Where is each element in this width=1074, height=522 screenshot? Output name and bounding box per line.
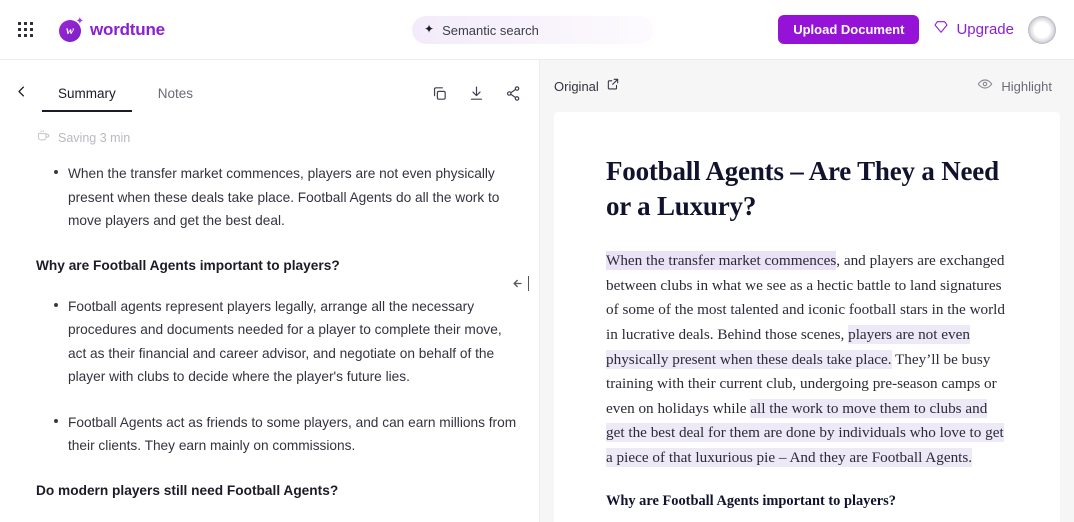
original-panel-header: Original Highlight: [540, 60, 1074, 112]
wordtune-mark-icon: w ✦: [59, 15, 84, 42]
upgrade-label: Upgrade: [956, 21, 1014, 38]
chevron-left-icon[interactable]: [8, 78, 34, 104]
highlighted-text: When the transfer market commences: [606, 251, 837, 271]
copy-icon[interactable]: [431, 85, 449, 103]
share-icon[interactable]: [505, 85, 523, 103]
grid-apps-icon[interactable]: [12, 17, 38, 43]
highlight-label: Highlight: [1001, 78, 1052, 94]
wordtune-logo[interactable]: w ✦ wordtune: [59, 15, 165, 42]
document-paragraph: When the transfer market commences, and …: [606, 249, 1008, 471]
document-title: Football Agents – Are They a Need or a L…: [606, 156, 999, 221]
summary-content: When the transfer market commences, play…: [0, 148, 539, 522]
original-label: Original: [554, 78, 599, 94]
document-section-heading: Why are Football Agents important to pla…: [606, 492, 896, 509]
summary-toolbar: [431, 85, 523, 103]
sparkle-icon: ✦: [424, 22, 435, 36]
grid-apps-dots: [17, 22, 33, 37]
sparkle-accent-icon: ✦: [75, 15, 84, 27]
saving-status-text: Saving 3 min: [58, 131, 131, 145]
external-link-icon[interactable]: [606, 77, 620, 96]
tab-notes[interactable]: Notes: [142, 86, 209, 112]
wordtune-app: w ✦ wordtune ✦ Semantic search Upload Do…: [0, 0, 1074, 522]
original-link[interactable]: Original: [554, 77, 620, 96]
saving-status: Saving 3 min: [0, 112, 539, 148]
collapse-panel-bar: [527, 276, 529, 291]
main-body: Summary Notes Saving 3 min When the tran…: [0, 60, 1074, 522]
summary-bullet-text: Football Agents act as friends to some p…: [68, 414, 517, 454]
download-icon[interactable]: [468, 85, 486, 103]
top-bar: w ✦ wordtune ✦ Semantic search Upload Do…: [0, 0, 1074, 60]
eye-icon: [977, 76, 993, 97]
list-item: Football agents represent players legall…: [54, 295, 517, 389]
tab-summary[interactable]: Summary: [42, 86, 132, 112]
summary-heading: Do modern players still need Football Ag…: [36, 482, 339, 498]
collapse-panel-icon[interactable]: [511, 276, 529, 291]
coffee-icon: [36, 128, 51, 148]
original-document-panel: Original Highlight Football Agents – Are…: [540, 60, 1074, 522]
document-card: Football Agents – Are They a Need or a L…: [554, 112, 1060, 522]
summary-heading: Why are Football Agents important to pla…: [36, 257, 340, 273]
avatar[interactable]: [1028, 15, 1056, 44]
summary-tabs: Summary Notes: [42, 86, 209, 112]
summary-bullet-text: Football agents represent players legall…: [68, 298, 502, 385]
wordtune-wordmark: wordtune: [90, 19, 165, 39]
diamond-icon: [933, 19, 949, 40]
highlight-toggle[interactable]: Highlight: [977, 76, 1052, 97]
summary-panel-header: Summary Notes: [0, 60, 539, 112]
semantic-search-placeholder: Semantic search: [442, 22, 539, 38]
list-item: Football Agents act as friends to some p…: [54, 411, 517, 458]
upload-document-button[interactable]: Upload Document: [778, 15, 920, 44]
top-bar-actions: Upload Document Upgrade: [778, 15, 1056, 44]
upgrade-link[interactable]: Upgrade: [933, 19, 1014, 40]
summary-bullet-text: When the transfer market commences, play…: [68, 166, 500, 229]
list-item: When the transfer market commences, play…: [54, 162, 517, 233]
summary-bullet-list-1: When the transfer market commences, play…: [54, 162, 517, 233]
semantic-search-input[interactable]: ✦ Semantic search: [412, 16, 654, 44]
summary-panel: Summary Notes Saving 3 min When the tran…: [0, 60, 540, 522]
summary-bullet-list-2: Football agents represent players legall…: [54, 295, 517, 458]
